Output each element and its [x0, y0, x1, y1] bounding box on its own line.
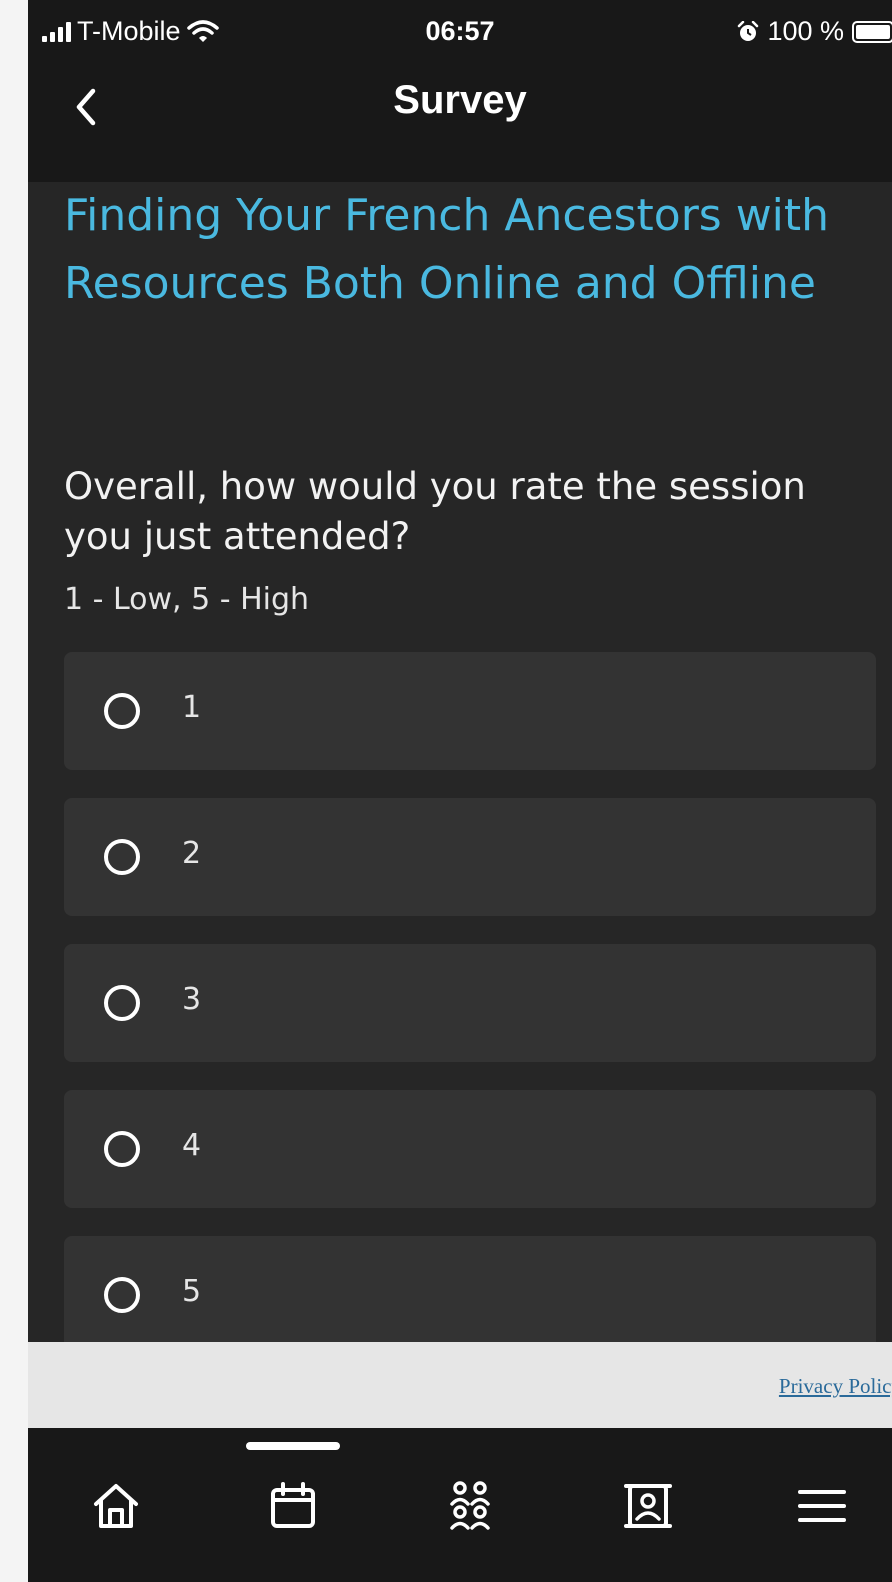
- radio-circle-icon[interactable]: [104, 1131, 140, 1167]
- status-bar: T-Mobile 06:57 100 %: [28, 0, 892, 62]
- session-title: Finding Your French Ancestors with Resou…: [64, 190, 830, 309]
- scale-hint: 1 - Low, 5 - High: [64, 582, 310, 617]
- option-label: 5: [182, 1274, 202, 1309]
- rating-option-3[interactable]: 3: [64, 944, 876, 1062]
- radio-circle-icon[interactable]: [104, 693, 140, 729]
- survey-question: Overall, how would you rate the session …: [64, 465, 806, 558]
- battery-label: 100 %: [767, 16, 844, 46]
- back-button[interactable]: [64, 82, 108, 132]
- option-label: 4: [182, 1128, 202, 1163]
- people-icon: [450, 1481, 490, 1530]
- home-icon: [94, 1484, 138, 1528]
- wifi-icon: [186, 19, 219, 42]
- page-title: Survey: [393, 78, 527, 122]
- phone-screen: T-Mobile 06:57 100 % Survey Finding Your…: [28, 0, 892, 1582]
- signal-icon: [42, 21, 71, 42]
- radio-circle-icon[interactable]: [104, 1277, 140, 1313]
- option-label: 1: [182, 690, 202, 725]
- option-label: 2: [182, 836, 202, 871]
- calendar-icon: [271, 1482, 315, 1528]
- radio-circle-icon[interactable]: [104, 985, 140, 1021]
- nav-bar: Survey: [28, 62, 892, 182]
- tab-people[interactable]: [438, 1474, 502, 1538]
- rating-options: 1 2 3 4 5: [64, 652, 876, 1342]
- rating-option-2[interactable]: 2: [64, 798, 876, 916]
- alarm-icon: [738, 20, 759, 41]
- menu-icon: [798, 1490, 846, 1522]
- contact-card-icon: [624, 1484, 672, 1528]
- rating-option-1[interactable]: 1: [64, 652, 876, 770]
- tab-menu[interactable]: [790, 1474, 854, 1538]
- status-right: 100 %: [737, 16, 892, 47]
- active-tab-indicator: [246, 1442, 340, 1450]
- footer: Privacy Policy: [28, 1342, 892, 1428]
- radio-circle-icon[interactable]: [104, 839, 140, 875]
- tab-calendar[interactable]: [261, 1474, 325, 1538]
- status-left: T-Mobile: [42, 16, 219, 47]
- survey-content[interactable]: Finding Your French Ancestors with Resou…: [28, 182, 892, 1342]
- battery-icon: [852, 20, 892, 43]
- tab-contacts[interactable]: [616, 1474, 680, 1538]
- chevron-left-icon: [76, 88, 96, 126]
- carrier-label: T-Mobile: [77, 16, 181, 46]
- rating-option-4[interactable]: 4: [64, 1090, 876, 1208]
- rating-option-5[interactable]: 5: [64, 1236, 876, 1342]
- option-label: 3: [182, 982, 202, 1017]
- privacy-policy-link[interactable]: Privacy Policy: [779, 1374, 892, 1399]
- tab-bar: [28, 1428, 892, 1582]
- tab-home[interactable]: [84, 1474, 148, 1538]
